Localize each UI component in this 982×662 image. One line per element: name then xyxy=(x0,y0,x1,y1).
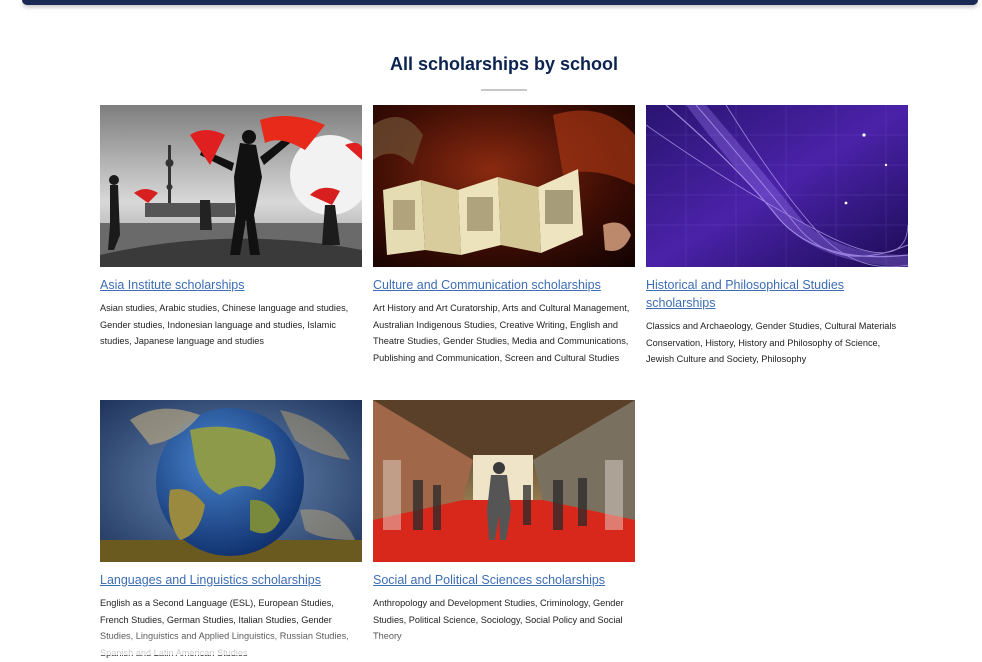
title-divider xyxy=(481,89,527,91)
languages-linguistics-scholarships-link[interactable]: Languages and Linguistics scholarships xyxy=(100,571,362,589)
languages-linguistics-description: English as a Second Language (ESL), Euro… xyxy=(100,598,349,659)
globe-image[interactable] xyxy=(100,400,362,562)
purple-abstract-lines-image[interactable] xyxy=(646,105,908,267)
scholarship-card-social-political: Social and Political Sciences scholarshi… xyxy=(373,400,635,645)
page-title: All scholarships by school xyxy=(389,54,619,74)
scholarship-card-asia-institute: Asia Institute scholarships Asian studie… xyxy=(100,105,362,350)
header-bar xyxy=(22,0,978,5)
tai-chi-fans-skyline-image[interactable] xyxy=(100,105,362,267)
culture-communication-description: Art History and Art Curatorship, Arts an… xyxy=(373,303,630,364)
historical-philosophical-description: Classics and Archaeology, Gender Studies… xyxy=(646,321,897,365)
scholarship-card-culture-communication: Culture and Communication scholarships A… xyxy=(373,105,635,367)
asia-institute-description: Asian studies, Arabic studies, Chinese l… xyxy=(100,303,349,347)
scholarship-card-languages-linguistics: Languages and Linguistics scholarships E… xyxy=(100,400,362,662)
social-political-scholarships-link[interactable]: Social and Political Sciences scholarshi… xyxy=(373,571,635,589)
crowd-motion-blur-image[interactable] xyxy=(373,400,635,562)
ancient-manuscript-image[interactable] xyxy=(373,105,635,267)
culture-communication-scholarships-link[interactable]: Culture and Communication scholarships xyxy=(373,276,635,294)
social-political-description: Anthropology and Development Studies, Cr… xyxy=(373,598,624,642)
historical-philosophical-scholarships-link[interactable]: Historical and Philosophical Studies sch… xyxy=(646,276,908,312)
asia-institute-scholarships-link[interactable]: Asia Institute scholarships xyxy=(100,276,362,294)
scholarship-card-historical-philosophical: Historical and Philosophical Studies sch… xyxy=(646,105,908,368)
